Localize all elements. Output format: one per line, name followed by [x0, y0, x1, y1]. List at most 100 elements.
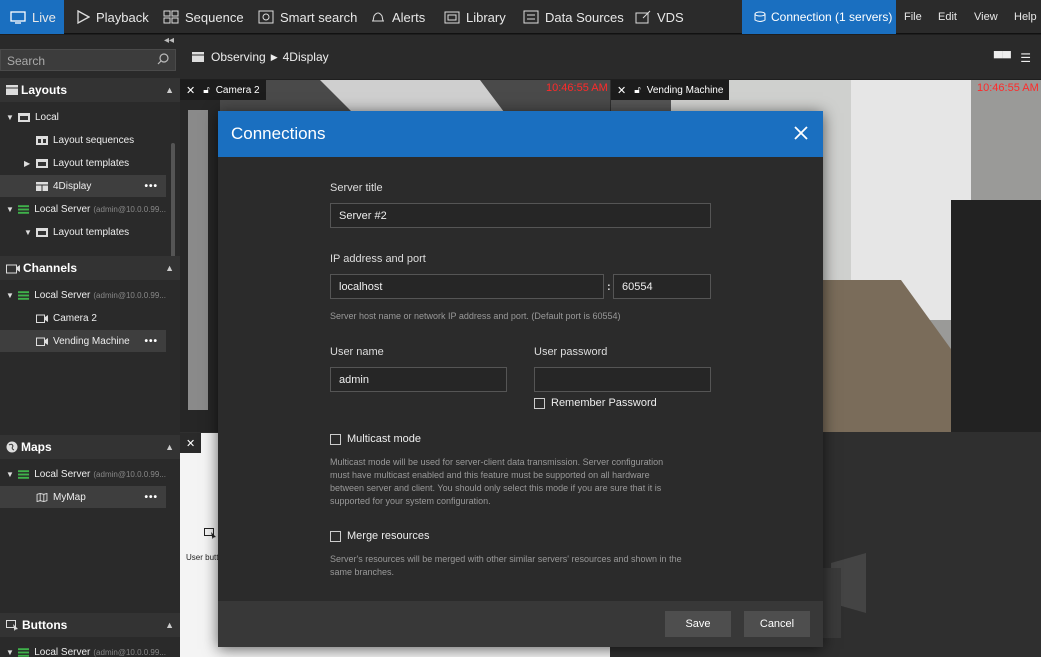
server-icon: [17, 290, 30, 300]
user-password-input[interactable]: [534, 367, 711, 392]
nav-data-sources[interactable]: Data Sources: [523, 0, 624, 34]
bell-icon: [372, 12, 384, 22]
tree-4display-label: 4Display: [53, 180, 92, 192]
tree-layout-sequences[interactable]: Layout sequences: [36, 129, 166, 151]
user-name-input[interactable]: admin: [330, 367, 507, 392]
close-icon[interactable]: ✕: [617, 84, 626, 97]
expand-caret-icon[interactable]: ▼: [6, 205, 14, 214]
tree-local-server-buttons[interactable]: ▼ Local Server (admin@10.0.0.99...: [6, 641, 166, 657]
merge-hint-line: same branches.: [330, 567, 395, 577]
merge-resources-checkbox[interactable]: Merge resources: [330, 530, 430, 542]
dialog-footer: Save Cancel: [218, 601, 823, 647]
menu-edit[interactable]: Edit: [938, 0, 957, 34]
multicast-hint: Multicast mode will be used for server-c…: [330, 456, 730, 508]
remember-password-checkbox[interactable]: Remember Password: [534, 397, 657, 409]
section-buttons[interactable]: Buttons ▲: [0, 613, 180, 637]
expand-caret-icon[interactable]: ▼: [6, 291, 14, 300]
breadcrumb-separator-icon: ▶: [270, 51, 278, 62]
nav-smart-search[interactable]: Smart search: [258, 0, 357, 34]
camera-icon: [36, 337, 48, 346]
close-icon[interactable]: [791, 123, 811, 143]
tree-layout-templates[interactable]: ▶ Layout templates: [24, 152, 166, 174]
collapse-arrow-icon[interactable]: ▲: [165, 442, 174, 452]
section-buttons-title: Buttons: [22, 618, 68, 632]
unlock-icon[interactable]: 🔓︎: [203, 85, 209, 96]
tree-local-server-layouts[interactable]: ▼ Local Server (admin@10.0.0.99...: [6, 198, 166, 220]
nav-sequence-label: Sequence: [185, 9, 244, 25]
tree-local-label: Local: [35, 111, 59, 123]
section-channels[interactable]: Channels ▲: [0, 256, 180, 280]
database-icon: [754, 11, 766, 22]
nav-library[interactable]: Library: [444, 0, 506, 34]
server-title-input[interactable]: Server #2: [330, 203, 711, 228]
expand-caret-icon[interactable]: ▶: [24, 159, 32, 168]
tree-4display[interactable]: 4Display •••: [0, 175, 166, 197]
nav-alerts[interactable]: Alerts: [370, 0, 425, 34]
camera-icon: [36, 314, 48, 323]
tree-vending-machine[interactable]: Vending Machine •••: [0, 330, 166, 352]
layout-icon: [192, 52, 204, 62]
menu-help[interactable]: Help: [1014, 0, 1037, 34]
nav-sequence[interactable]: Sequence: [163, 0, 244, 34]
save-button[interactable]: Save: [665, 611, 731, 637]
layout-switch-icon[interactable]: ▀▀: [994, 51, 1011, 65]
tree-camera-2[interactable]: Camera 2: [36, 307, 166, 329]
collapse-arrow-icon[interactable]: ▲: [165, 620, 174, 630]
tree-camera-2-label: Camera 2: [53, 312, 97, 324]
collapse-arrow-icon[interactable]: ▲: [165, 85, 174, 95]
menu-file[interactable]: File: [904, 0, 922, 34]
multicast-mode-label: Multicast mode: [347, 433, 421, 445]
section-maps[interactable]: Maps ▲: [0, 435, 180, 459]
monitor-icon: [10, 10, 26, 24]
server-icon: [17, 469, 30, 479]
sidebar: ◂◂ Search Layouts ▲ ▼ Local Layout seque…: [0, 35, 180, 657]
section-layouts[interactable]: Layouts ▲: [0, 78, 180, 102]
collapse-sidebar-icon[interactable]: ◂◂: [164, 35, 174, 46]
collapse-arrow-icon[interactable]: ▲: [165, 263, 174, 273]
breadcrumb-root[interactable]: Observing: [211, 50, 266, 64]
more-options-icon[interactable]: •••: [144, 181, 158, 192]
more-options-icon[interactable]: •••: [144, 492, 158, 503]
sidebar-scrollbar[interactable]: [171, 143, 175, 273]
checkbox-icon[interactable]: [534, 397, 545, 409]
tree-local[interactable]: ▼ Local: [6, 106, 166, 128]
port-input[interactable]: 60554: [613, 274, 711, 299]
checkbox-icon[interactable]: [330, 433, 341, 445]
tree-local-server-channels[interactable]: ▼ Local Server (admin@10.0.0.99...: [6, 284, 166, 306]
tree-local-server-maps[interactable]: ▼ Local Server (admin@10.0.0.99...: [6, 463, 166, 485]
multicast-hint-line: supported for your system configuration.: [330, 496, 491, 506]
ip-port-hint: Server host name or network IP address a…: [330, 311, 621, 321]
multicast-mode-checkbox[interactable]: Multicast mode: [330, 433, 421, 445]
nav-live[interactable]: Live: [0, 0, 64, 34]
user-name-label: User name: [330, 346, 384, 358]
breadcrumb: Observing ▶ 4Display ▀▀ ☰: [180, 35, 1041, 79]
expand-caret-icon[interactable]: ▼: [24, 228, 32, 237]
more-options-icon[interactable]: •••: [144, 336, 158, 347]
globe-icon: [6, 441, 18, 453]
ip-address-input[interactable]: localhost: [330, 274, 604, 299]
expand-caret-icon[interactable]: ▼: [6, 648, 14, 657]
menu-icon[interactable]: ☰: [1020, 51, 1031, 65]
merge-hint: Server's resources will be merged with o…: [330, 553, 730, 579]
expand-caret-icon[interactable]: ▼: [6, 470, 14, 479]
nav-playback[interactable]: Playback: [76, 0, 149, 34]
close-icon[interactable]: ✕: [186, 84, 195, 97]
connection-button[interactable]: Connection (1 servers): [742, 0, 896, 34]
checkbox-icon[interactable]: [330, 530, 341, 542]
buttons-icon: [6, 619, 18, 631]
tree-server-layout-templates[interactable]: ▼ Layout templates: [24, 221, 166, 243]
nav-vds[interactable]: VDS: [635, 0, 684, 34]
tree-mymap[interactable]: MyMap •••: [0, 486, 166, 508]
search-icon: [157, 53, 169, 65]
smart-search-icon: [258, 10, 274, 24]
expand-caret-icon[interactable]: ▼: [6, 113, 14, 122]
search-input[interactable]: Search: [0, 49, 176, 71]
unlock-icon[interactable]: 🔓︎: [634, 85, 640, 96]
close-icon[interactable]: ✕: [186, 437, 195, 450]
multicast-hint-line: Multicast mode will be used for server-c…: [330, 457, 664, 467]
menu-view[interactable]: View: [974, 0, 998, 34]
nav-playback-label: Playback: [96, 9, 149, 25]
server-name: Local Server: [34, 203, 91, 215]
server-title-value: Server #2: [339, 209, 387, 222]
cancel-button[interactable]: Cancel: [744, 611, 810, 637]
